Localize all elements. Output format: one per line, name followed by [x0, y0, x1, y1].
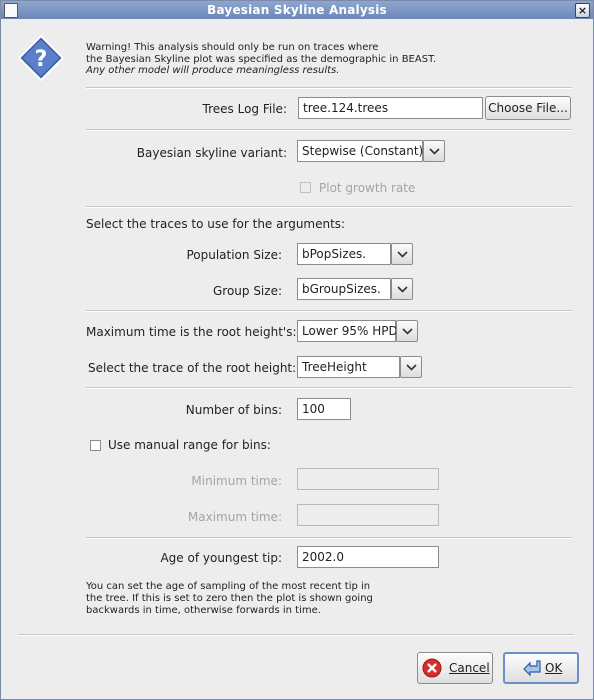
- separator: [86, 87, 572, 89]
- warning-line-2: the Bayesian Skyline plot was specified …: [86, 53, 437, 65]
- max-time-select[interactable]: Lower 95% HPD: [297, 320, 418, 342]
- group-size-label: Group Size:: [212, 284, 282, 298]
- window-title: Bayesian Skyline Analysis: [207, 3, 387, 17]
- max-time-input[interactable]: [297, 504, 439, 526]
- bins-input[interactable]: 100: [297, 398, 351, 420]
- root-trace-select[interactable]: TreeHeight: [297, 356, 422, 378]
- title-bar[interactable]: Bayesian Skyline Analysis ×: [1, 1, 593, 19]
- separator: [18, 634, 574, 636]
- trees-log-input[interactable]: tree.124.trees: [298, 97, 483, 119]
- max-time-value: Lower 95% HPD: [297, 320, 398, 342]
- variant-select[interactable]: Stepwise (Constant): [297, 140, 445, 162]
- root-trace-value: TreeHeight: [297, 356, 400, 378]
- question-icon: ?: [17, 34, 65, 82]
- max-time-label: Maximum time is the root height's:: [86, 325, 297, 339]
- choose-file-button[interactable]: Choose File...: [485, 96, 571, 120]
- chevron-down-icon[interactable]: [391, 278, 413, 300]
- growth-label: Plot growth rate: [319, 181, 416, 195]
- ok-button[interactable]: OK: [503, 652, 579, 684]
- group-size-select[interactable]: bGroupSizes.: [297, 278, 413, 300]
- min-time-input[interactable]: [297, 468, 439, 490]
- separator: [86, 387, 572, 389]
- close-icon[interactable]: ×: [575, 3, 590, 18]
- group-size-value: bGroupSizes.: [297, 278, 391, 300]
- warning-line-3: Any other model will produce meaningless…: [86, 65, 340, 76]
- warning-line-1: Warning! This analysis should only be ru…: [86, 42, 379, 53]
- separator: [86, 206, 572, 208]
- growth-checkbox[interactable]: [300, 182, 311, 193]
- svg-text:?: ?: [35, 47, 48, 72]
- trees-log-label: Trees Log File:: [202, 102, 287, 116]
- bins-label: Number of bins:: [185, 403, 282, 417]
- pop-size-value: bPopSizes.: [297, 243, 391, 265]
- note-line-2: the tree. If this is set to zero then th…: [86, 593, 373, 604]
- chevron-down-icon[interactable]: [391, 243, 413, 265]
- help-note: You can set the age of sampling of the m…: [86, 581, 386, 617]
- note-line-3: backwards in time, otherwise forwards in…: [86, 605, 321, 616]
- separator: [86, 310, 572, 312]
- separator: [86, 537, 572, 539]
- manual-range-label: Use manual range for bins:: [108, 438, 271, 452]
- dialog-window: Bayesian Skyline Analysis × ? Warning! T…: [0, 0, 594, 700]
- manual-range-checkbox[interactable]: [90, 440, 101, 451]
- note-line-1: You can set the age of sampling of the m…: [86, 581, 371, 592]
- warning-text: Warning! This analysis should only be ru…: [86, 42, 436, 77]
- ok-icon: [520, 658, 542, 678]
- cancel-icon: [422, 658, 442, 678]
- ok-label: OK: [545, 661, 563, 675]
- chevron-down-icon[interactable]: [396, 320, 418, 342]
- pop-size-label: Population Size:: [186, 248, 282, 262]
- variant-label: Bayesian skyline variant:: [136, 146, 287, 160]
- chevron-down-icon[interactable]: [400, 356, 422, 378]
- cancel-label: Cancel: [449, 661, 490, 675]
- max-time-field-label: Maximum time:: [187, 510, 282, 524]
- traces-heading: Select the traces to use for the argumen…: [86, 217, 346, 231]
- root-trace-label: Select the trace of the root height:: [88, 361, 297, 375]
- min-time-label: Minimum time:: [191, 474, 282, 488]
- separator: [86, 129, 572, 131]
- variant-value: Stepwise (Constant): [297, 140, 423, 162]
- cancel-button[interactable]: Cancel: [417, 652, 493, 684]
- chevron-down-icon[interactable]: [423, 140, 445, 162]
- pop-size-select[interactable]: bPopSizes.: [297, 243, 413, 265]
- youngest-input[interactable]: 2002.0: [297, 546, 439, 568]
- youngest-label: Age of youngest tip:: [160, 551, 282, 565]
